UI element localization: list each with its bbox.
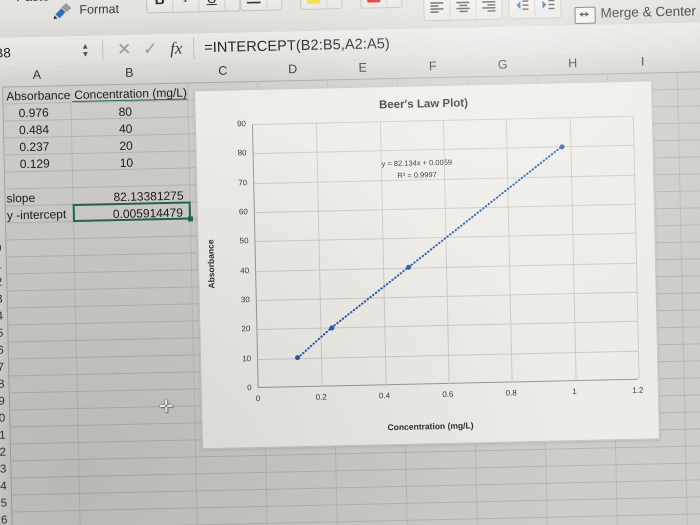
screenshot-photo: Paste Format B I U ▼ ▼ <box>0 0 700 525</box>
fill-color-icon[interactable] <box>300 0 328 8</box>
font-color-icon[interactable]: A <box>360 0 388 7</box>
column-header-e[interactable]: E <box>329 60 397 75</box>
column-header-d[interactable]: D <box>259 61 327 76</box>
row-header-14[interactable]: 14 <box>0 311 6 323</box>
cell-b4[interactable]: 20 <box>119 139 133 153</box>
beers-law-chart[interactable]: Beer's Law Plot) Absorbance Concentratio… <box>194 80 660 450</box>
font-color-dropdown-icon[interactable]: ▼ <box>387 0 402 6</box>
borders-dropdown-icon[interactable]: ▼ <box>267 0 282 9</box>
cell-a4[interactable]: 0.237 <box>19 140 49 155</box>
column-header-c[interactable]: C <box>189 63 257 78</box>
column-header-h[interactable]: H <box>539 55 607 70</box>
name-box[interactable]: B8 <box>0 43 76 60</box>
format-button[interactable]: Format <box>79 2 119 17</box>
grid-line <box>11 496 700 513</box>
row-header-26[interactable]: 26 <box>0 514 11 525</box>
divider <box>102 39 104 62</box>
row-header-20[interactable]: 20 <box>0 412 8 425</box>
cell-a5[interactable]: 0.129 <box>20 157 50 172</box>
series-line <box>296 145 563 359</box>
spreadsheet-grid[interactable]: A B C D E F G H I 1234567891011121314151… <box>0 52 700 525</box>
data-points <box>195 81 651 361</box>
row-header-15[interactable]: 15 <box>0 328 7 340</box>
fill-handle[interactable] <box>187 216 194 222</box>
merge-arrows-icon <box>579 11 589 17</box>
column-header-a[interactable]: A <box>4 67 70 82</box>
format-painter-icon[interactable] <box>52 2 74 20</box>
confirm-icon[interactable]: ✓ <box>137 39 163 60</box>
cell-a7[interactable]: slope <box>6 191 35 206</box>
underline-dropdown-icon[interactable]: ▼ <box>225 0 240 10</box>
row-header-13[interactable]: 13 <box>0 294 6 306</box>
row-header-5[interactable]: 5 <box>0 158 3 170</box>
grid-line <box>10 462 700 479</box>
fill-color-dropdown-icon[interactable]: ▼ <box>327 0 342 7</box>
italic-button[interactable]: I <box>172 0 200 11</box>
cell-cursor-crosshair: ✛ <box>158 396 174 417</box>
row-header-9[interactable]: 9 <box>0 226 4 238</box>
name-box-spinner[interactable]: ▲ ▼ <box>76 42 94 59</box>
divider <box>193 37 195 60</box>
fx-icon[interactable]: fx <box>163 38 189 59</box>
row-header-21[interactable]: 21 <box>0 429 9 442</box>
row-header-22[interactable]: 22 <box>0 446 9 459</box>
row-header-11[interactable]: 11 <box>0 260 5 272</box>
row-header-4[interactable]: 4 <box>0 141 2 153</box>
column-header-i[interactable]: I <box>609 54 677 69</box>
grid-line <box>10 479 700 496</box>
cell-a8[interactable]: y -intercept <box>7 207 67 222</box>
data-point[interactable] <box>405 264 411 270</box>
increase-indent-icon[interactable] <box>535 0 561 17</box>
row-header-6[interactable]: 6 <box>0 175 3 187</box>
row-header-23[interactable]: 23 <box>0 463 10 476</box>
cell-a2[interactable]: 0.976 <box>18 106 48 121</box>
row-header-2[interactable]: 2 <box>0 107 2 119</box>
row-header-10[interactable]: 10 <box>0 243 5 255</box>
formula-input[interactable]: =INTERCEPT(B2:B5,A2:A5) <box>198 36 390 56</box>
row-header-1[interactable]: 1 <box>0 90 1 102</box>
cell-a3[interactable]: 0.484 <box>19 123 49 138</box>
column-header-f[interactable]: F <box>399 58 467 73</box>
data-point[interactable] <box>328 325 334 331</box>
row-header-8[interactable]: 8 <box>0 209 4 221</box>
cancel-icon[interactable]: ✕ <box>111 40 137 61</box>
cell-b3[interactable]: 40 <box>119 122 133 136</box>
cell-b5[interactable]: 10 <box>120 156 134 170</box>
cell-b2[interactable]: 80 <box>118 105 132 119</box>
bold-button[interactable]: B <box>146 0 174 12</box>
row-header-18[interactable]: 18 <box>0 379 8 391</box>
decrease-indent-icon[interactable] <box>509 0 536 18</box>
grid-line <box>10 445 700 462</box>
cell-a1[interactable]: Absorbance <box>6 88 70 103</box>
grid-line <box>11 512 700 525</box>
underline-button[interactable]: U <box>198 0 226 11</box>
data-point[interactable] <box>558 144 565 150</box>
row-header-17[interactable]: 17 <box>0 362 7 374</box>
borders-icon[interactable] <box>240 0 268 10</box>
selected-cell-outline[interactable] <box>72 201 191 223</box>
align-center-icon[interactable] <box>450 0 477 19</box>
column-header-g[interactable]: G <box>469 57 537 72</box>
row-header-16[interactable]: 16 <box>0 345 7 357</box>
row-header-24[interactable]: 24 <box>0 480 10 493</box>
column-header-b[interactable]: B <box>72 65 187 82</box>
row-header-12[interactable]: 12 <box>0 277 5 289</box>
align-right-icon[interactable] <box>476 0 502 18</box>
cell-b1[interactable]: Concentration (mg/L) <box>74 86 187 102</box>
row-header-25[interactable]: 25 <box>0 497 10 510</box>
row-header-19[interactable]: 19 <box>0 395 8 408</box>
paste-button[interactable]: Paste <box>16 0 50 4</box>
align-left-icon[interactable] <box>424 0 451 20</box>
row-header-3[interactable]: 3 <box>0 124 2 136</box>
row-header-7[interactable]: 7 <box>0 192 4 204</box>
merge-center-button[interactable]: Merge & Center <box>600 3 696 20</box>
